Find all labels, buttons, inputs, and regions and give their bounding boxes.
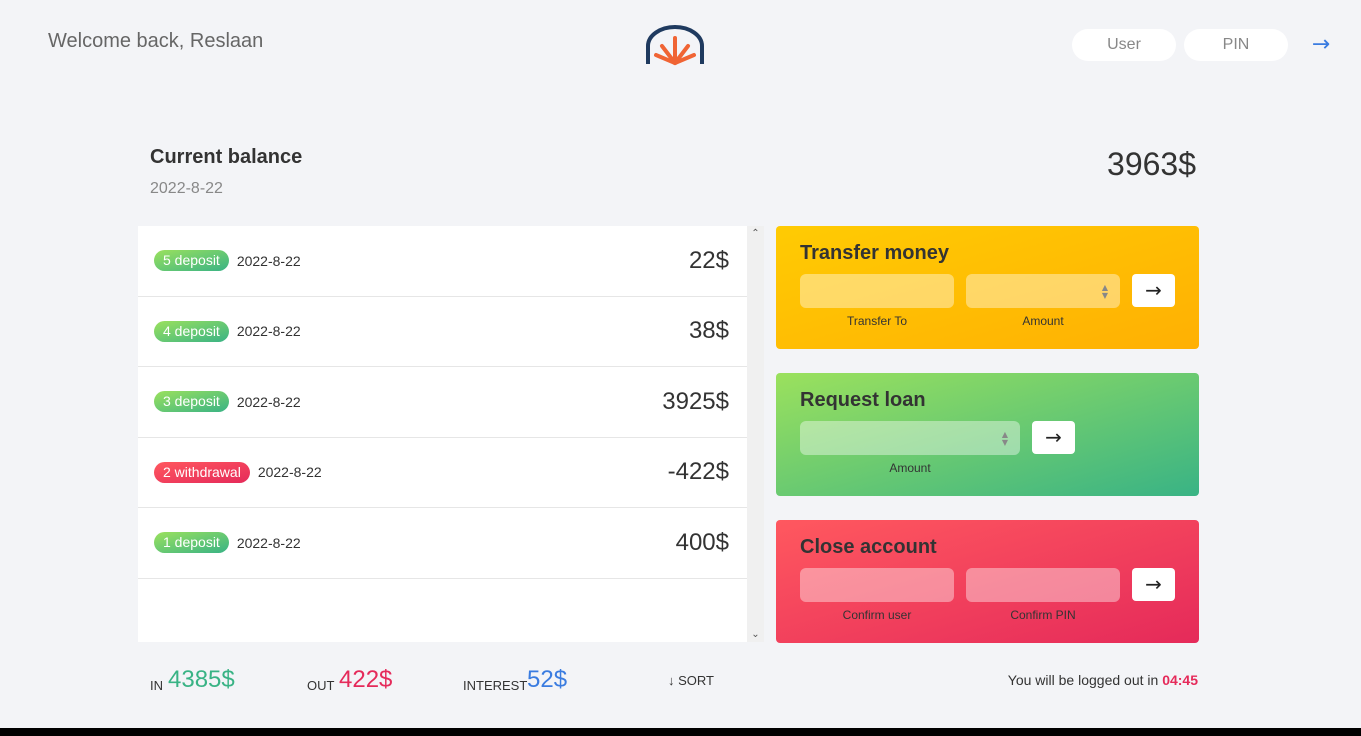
logout-timer: You will be logged out in 04:45	[1008, 672, 1198, 688]
movement-date: 2022-8-22	[236, 252, 301, 269]
bottom-bar	[0, 728, 1361, 736]
transfer-to-input[interactable]	[800, 274, 954, 308]
movement-date: 2022-8-22	[236, 534, 301, 551]
movement-date: 2022-8-22	[236, 323, 301, 340]
transfer-title: Transfer money	[800, 242, 949, 264]
movement-row: 3 deposit 2022-8-22 3925$	[138, 367, 747, 438]
stepper-icon[interactable]: ▲ ▼	[1098, 284, 1112, 300]
stepper-icon[interactable]: ▲ ▼	[998, 431, 1012, 447]
movement-row: 2 withdrawal 2022-8-22 -422$	[138, 438, 747, 508]
chevron-up-icon[interactable]: ⌃	[750, 228, 761, 239]
movement-row: 5 deposit 2022-8-22 22$	[138, 226, 747, 297]
movement-date: 2022-8-22	[257, 464, 322, 481]
summary-interest-value: 52$	[527, 666, 568, 693]
timer-value: 04:45	[1162, 672, 1198, 688]
balance-value: 3963$	[1107, 146, 1196, 182]
close-title: Close account	[800, 536, 937, 558]
summary-out-label: Out	[307, 678, 335, 693]
movements-list: 5 deposit 2022-8-22 22$ 4 deposit 2022-8…	[138, 226, 747, 642]
movement-value: 38$	[688, 317, 729, 345]
confirm-pin-input[interactable]	[966, 568, 1120, 602]
movement-date: 2022-8-22	[236, 393, 301, 410]
summary-in-value: 4385$	[168, 666, 235, 693]
transfer-amount-input[interactable]	[966, 274, 1120, 308]
loan-submit-button[interactable]: →	[1032, 421, 1075, 454]
loan-amount-input[interactable]	[800, 421, 1020, 455]
summary-out-value: 422$	[339, 666, 393, 693]
movements-scrollbar[interactable]: ⌃ ⌄	[747, 226, 764, 642]
arrow-right-icon: →	[1311, 32, 1331, 57]
movement-value: -422$	[667, 458, 729, 486]
confirm-user-input[interactable]	[800, 568, 954, 602]
movement-value: 3925$	[662, 387, 729, 415]
chevron-down-icon[interactable]: ⌄	[750, 629, 761, 640]
movement-row: 1 deposit 2022-8-22 400$	[138, 508, 747, 579]
movement-type-badge: 3 deposit	[154, 391, 229, 413]
loan-title: Request loan	[800, 389, 926, 411]
movement-value: 22$	[688, 246, 729, 274]
sort-button[interactable]: ↓ SORT	[668, 673, 714, 688]
movement-row: 4 deposit 2022-8-22 38$	[138, 297, 747, 367]
logout-text: You will be logged out in	[1007, 672, 1163, 688]
movement-value: 400$	[675, 528, 729, 556]
transfer-to-label: Transfer To	[846, 314, 908, 328]
loan-amount-label: Amount	[889, 461, 931, 475]
loan-panel: Request loan ▲ ▼ → Amount	[776, 373, 1199, 496]
login-button[interactable]: →	[1308, 32, 1334, 58]
movement-type-badge: 4 deposit	[154, 320, 229, 342]
movement-type-badge: 2 withdrawal	[154, 461, 250, 483]
summary-interest-label: Interest	[463, 678, 528, 693]
movement-type-badge: 5 deposit	[154, 250, 229, 272]
summary-in-label: In	[150, 678, 163, 693]
confirm-user-label: Confirm user	[842, 608, 912, 622]
balance-date: 2022-8-22	[150, 180, 223, 197]
welcome-message: Welcome back, Reslaan	[48, 30, 264, 52]
transfer-amount-label: Amount	[1022, 314, 1064, 328]
transfer-submit-button[interactable]: →	[1132, 274, 1175, 307]
close-account-panel: Close account → Confirm user Confirm PIN	[776, 520, 1199, 643]
balance-label: Current balance	[150, 146, 303, 168]
transfer-panel: Transfer money ▲ ▼ → Transfer To Amount	[776, 226, 1199, 349]
close-submit-button[interactable]: →	[1132, 568, 1175, 601]
confirm-pin-label: Confirm PIN	[1010, 608, 1076, 622]
login-pin-input[interactable]	[1184, 29, 1288, 61]
movement-type-badge: 1 deposit	[154, 532, 229, 554]
login-user-input[interactable]	[1072, 29, 1176, 61]
bank-logo-icon	[646, 25, 704, 65]
